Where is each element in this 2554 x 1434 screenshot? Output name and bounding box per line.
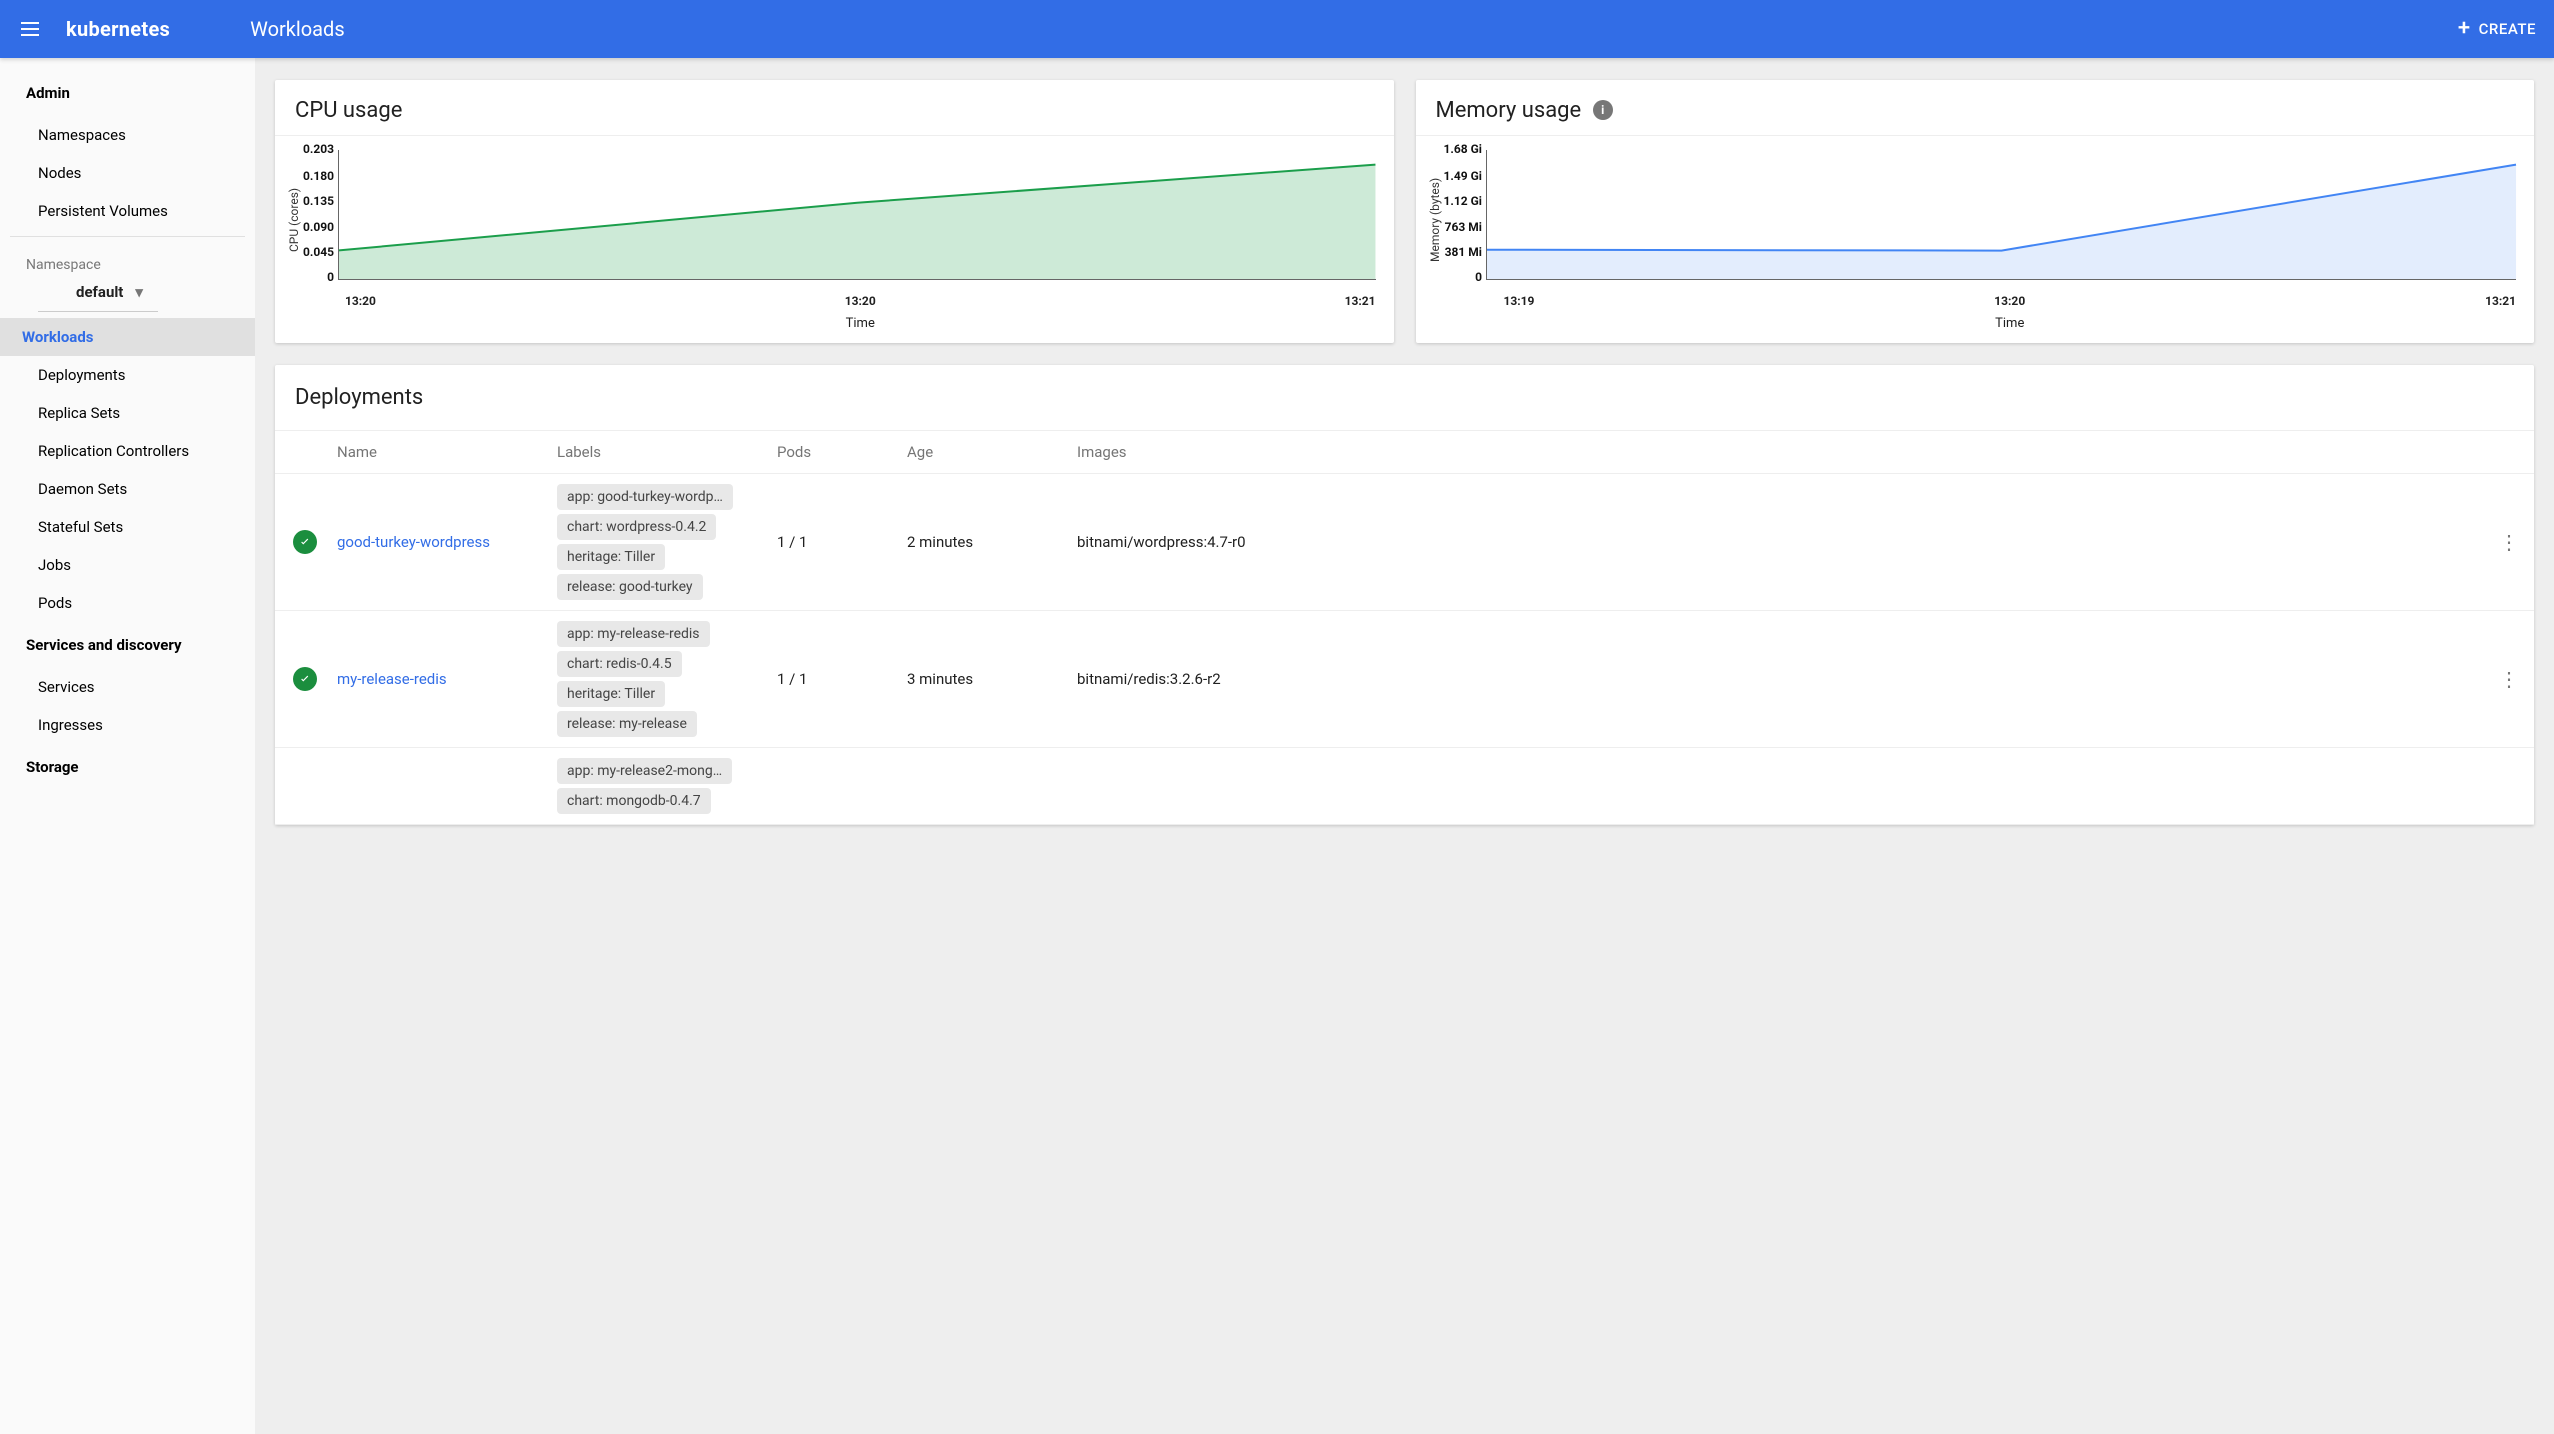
deployments-title: Deployments <box>275 365 2534 430</box>
name-cell: good-turkey-wordpress <box>327 474 547 611</box>
labels-cell: app: my-release-redis chart: redis-0.4.5 h… <box>547 611 767 748</box>
deployment-link[interactable]: my-release-redis <box>337 670 447 688</box>
menu-icon[interactable] <box>18 17 42 41</box>
sidebar-item-services[interactable]: Services <box>0 668 255 706</box>
images-cell: bitnami/redis:3.2.6-r2 <box>1067 611 2484 748</box>
app-header: kubernetes Workloads + CREATE <box>0 0 2554 58</box>
sidebar-item-workloads[interactable]: Workloads <box>0 318 255 356</box>
col-labels[interactable]: Labels <box>547 431 767 474</box>
deployments-card: Deployments Name Labels Pods Age Images … <box>275 365 2534 825</box>
mem-yticks: 1.68 Gi 1.49 Gi 1.12 Gi 763 Mi 381 Mi 0 <box>1444 144 1486 284</box>
sidebar-item-stateful-sets[interactable]: Stateful Sets <box>0 508 255 546</box>
name-cell <box>327 748 547 825</box>
label-chip: app: my-release-redis <box>557 621 710 647</box>
cpu-card-title: CPU usage <box>275 80 1394 136</box>
sidebar-item-jobs[interactable]: Jobs <box>0 546 255 584</box>
namespace-label: Namespace <box>0 243 255 277</box>
col-pods[interactable]: Pods <box>767 431 897 474</box>
cpu-xlabel: Time <box>345 308 1376 331</box>
pods-cell: 1 / 1 <box>767 611 897 748</box>
label-chip: chart: mongodb-0.4.7 <box>557 788 711 814</box>
images-cell: bitnami/wordpress:4.7-r0 <box>1067 474 2484 611</box>
sidebar-group-services: Services and discovery <box>0 622 255 668</box>
status-cell <box>275 748 327 825</box>
row-menu-icon[interactable]: ⋮ <box>2499 667 2519 691</box>
cpu-yticks: 0.203 0.180 0.135 0.090 0.045 0 <box>303 144 338 284</box>
cpu-chart: CPU (cores) 0.203 0.180 0.135 0.090 0.04… <box>275 136 1394 343</box>
label-chip: chart: redis-0.4.5 <box>557 651 682 677</box>
col-age[interactable]: Age <box>897 431 1067 474</box>
sidebar-item-pods[interactable]: Pods <box>0 584 255 622</box>
col-name[interactable]: Name <box>327 431 547 474</box>
create-label: CREATE <box>2479 20 2536 38</box>
sidebar-item-deployments[interactable]: Deployments <box>0 356 255 394</box>
sidebar-group-storage: Storage <box>0 744 255 790</box>
age-cell: 3 minutes <box>897 611 1067 748</box>
sidebar-item-namespaces[interactable]: Namespaces <box>0 116 255 154</box>
col-images[interactable]: Images <box>1067 431 2484 474</box>
sidebar-item-persistent-volumes[interactable]: Persistent Volumes <box>0 192 255 230</box>
brand-logo: kubernetes <box>66 17 170 41</box>
cpu-xticks: 13:20 13:20 13:21 <box>345 290 1376 308</box>
mem-plot <box>1486 150 2516 280</box>
actions-cell: ⋮ <box>2484 474 2534 611</box>
actions-cell <box>2484 748 2534 825</box>
row-menu-icon[interactable]: ⋮ <box>2499 530 2519 554</box>
namespace-select[interactable]: default ▾ <box>38 277 158 312</box>
labels-cell: app: my-release2-mong… chart: mongodb-0.4… <box>547 748 767 825</box>
sidebar-group-admin: Admin <box>0 70 255 116</box>
label-chip: release: good-turkey <box>557 574 703 600</box>
mem-xlabel: Time <box>1504 308 2517 331</box>
table-row: good-turkey-wordpress app: good-turkey-wo… <box>275 474 2534 611</box>
col-status <box>275 431 327 474</box>
mem-ylabel: Memory (bytes) <box>1426 150 1444 290</box>
labels-cell: app: good-turkey-wordp… chart: wordpress-… <box>547 474 767 611</box>
sidebar-separator <box>10 236 245 237</box>
page-title: Workloads <box>250 17 345 41</box>
label-chip: app: my-release2-mong… <box>557 758 732 784</box>
status-cell <box>275 474 327 611</box>
pods-cell <box>767 748 897 825</box>
status-ok-icon <box>293 530 317 554</box>
namespace-value: default <box>76 283 123 301</box>
deployments-table: Name Labels Pods Age Images good-turkey-… <box>275 430 2534 825</box>
memory-usage-card: Memory usage i Memory (bytes) 1.68 Gi 1.… <box>1416 80 2535 343</box>
sidebar-item-nodes[interactable]: Nodes <box>0 154 255 192</box>
label-chip: app: good-turkey-wordp… <box>557 484 733 510</box>
plus-icon: + <box>2458 18 2471 40</box>
label-chip: chart: wordpress-0.4.2 <box>557 514 716 540</box>
table-row: my-release-redis app: my-release-redis cha… <box>275 611 2534 748</box>
images-cell <box>1067 748 2484 825</box>
sidebar-item-replication-controllers[interactable]: Replication Controllers <box>0 432 255 470</box>
sidebar-item-replica-sets[interactable]: Replica Sets <box>0 394 255 432</box>
label-chip: heritage: Tiller <box>557 681 665 707</box>
actions-cell: ⋮ <box>2484 611 2534 748</box>
cpu-ylabel: CPU (cores) <box>285 150 303 290</box>
mem-card-title: Memory usage i <box>1416 80 2535 136</box>
status-cell <box>275 611 327 748</box>
cpu-plot <box>338 150 1375 280</box>
mem-xticks: 13:19 13:20 13:21 <box>1504 290 2517 308</box>
pods-cell: 1 / 1 <box>767 474 897 611</box>
name-cell: my-release-redis <box>327 611 547 748</box>
col-actions <box>2484 431 2534 474</box>
create-button[interactable]: + CREATE <box>2458 18 2536 40</box>
info-icon[interactable]: i <box>1593 100 1613 120</box>
label-chip: release: my-release <box>557 711 697 737</box>
table-row: app: my-release2-mong… chart: mongodb-0.4… <box>275 748 2534 825</box>
age-cell: 2 minutes <box>897 474 1067 611</box>
mem-chart: Memory (bytes) 1.68 Gi 1.49 Gi 1.12 Gi 7… <box>1416 136 2535 343</box>
caret-down-icon: ▾ <box>135 283 143 301</box>
label-chip: heritage: Tiller <box>557 544 665 570</box>
status-ok-icon <box>293 667 317 691</box>
cpu-usage-card: CPU usage CPU (cores) 0.203 0.180 0.135 … <box>275 80 1394 343</box>
sidebar-item-ingresses[interactable]: Ingresses <box>0 706 255 744</box>
age-cell <box>897 748 1067 825</box>
sidebar-item-daemon-sets[interactable]: Daemon Sets <box>0 470 255 508</box>
main-content: CPU usage CPU (cores) 0.203 0.180 0.135 … <box>255 58 2554 1434</box>
deployment-link[interactable]: good-turkey-wordpress <box>337 533 490 551</box>
sidebar: Admin Namespaces Nodes Persistent Volume… <box>0 58 255 1434</box>
